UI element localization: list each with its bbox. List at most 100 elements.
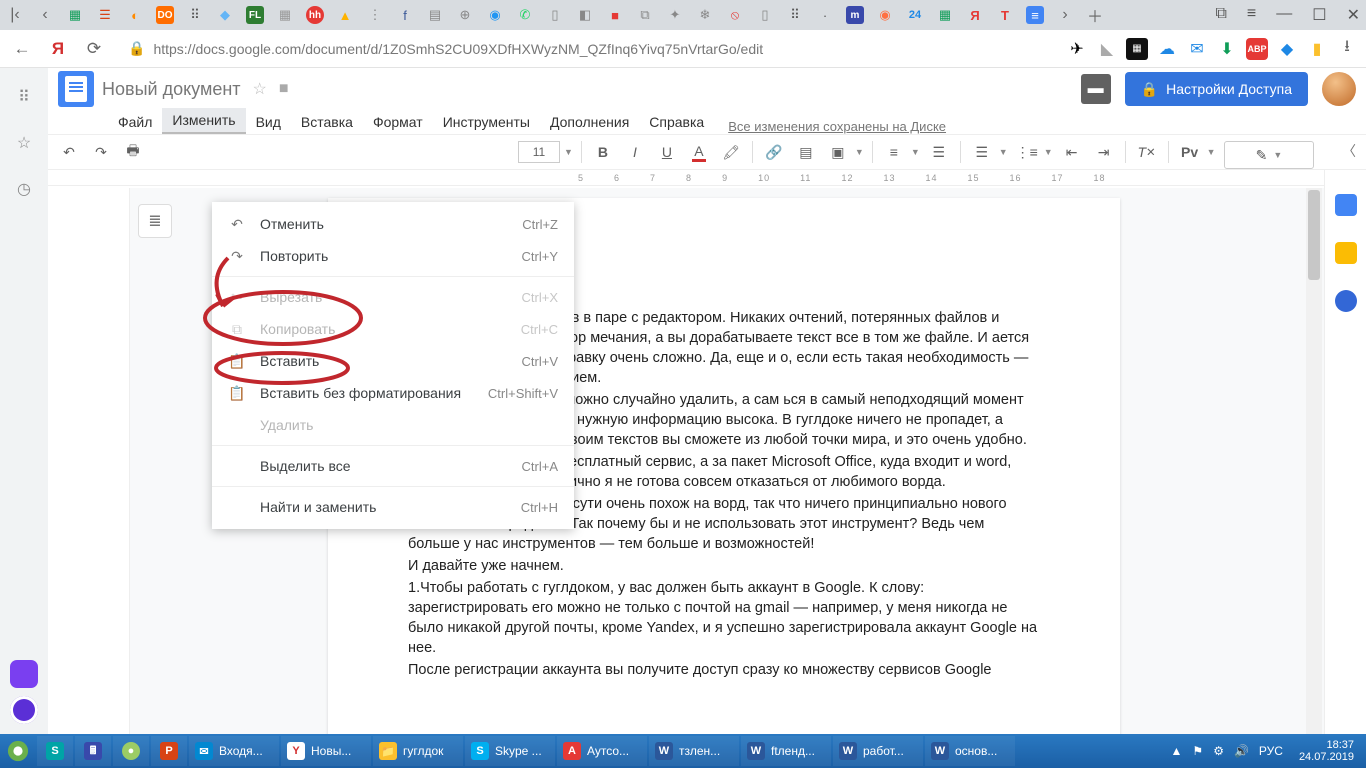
indent-dec-icon[interactable]: ⇤ [1059, 139, 1085, 165]
edit-menu-item[interactable]: 📋Вставить без форматированияCtrl+Shift+V [212, 377, 574, 409]
task-item[interactable]: 🖩 [75, 736, 111, 766]
comments-button[interactable]: ▬ [1081, 74, 1111, 104]
editing-mode-button[interactable]: ✎ ▼ [1224, 141, 1314, 169]
bookmark-icon[interactable]: ◣ [1096, 38, 1118, 60]
task-item[interactable]: ✉Входя... [189, 736, 279, 766]
star-icon[interactable]: ☆ [253, 79, 267, 99]
tab-icon[interactable]: ≡ [1026, 6, 1044, 24]
tray-expand-icon[interactable]: ▲ [1171, 744, 1183, 758]
tab-icon[interactable]: ▲ [336, 6, 354, 24]
tab-icon[interactable]: ◉ [486, 6, 504, 24]
tab-icon[interactable]: hh [306, 6, 324, 24]
task-item[interactable]: Wработ... [833, 736, 923, 766]
redo-icon[interactable]: ↷ [88, 139, 114, 165]
task-item[interactable]: ● [113, 736, 149, 766]
tab-icon[interactable]: T [996, 6, 1014, 24]
image-icon[interactable]: ▣ [825, 139, 851, 165]
tab-icon[interactable]: ◆ [216, 6, 234, 24]
tab-next-icon[interactable]: › [1056, 6, 1074, 24]
favorite-icon[interactable]: ☆ [13, 132, 35, 154]
ext-icon[interactable]: ✉ [1186, 38, 1208, 60]
menu-view[interactable]: Вид [246, 110, 291, 134]
task-item[interactable]: YНовы... [281, 736, 371, 766]
yandex-home-icon[interactable]: Я [44, 35, 72, 63]
tasks-addon-icon[interactable] [1335, 290, 1357, 312]
start-button[interactable] [0, 734, 36, 768]
task-item[interactable]: Wftленд... [741, 736, 831, 766]
checklist-icon[interactable]: ☰ [969, 139, 995, 165]
tab-icon[interactable]: ▤ [426, 6, 444, 24]
menu-format[interactable]: Формат [363, 110, 433, 134]
share-button[interactable]: 🔒 Настройки Доступа [1125, 72, 1308, 106]
vertical-scrollbar[interactable] [1306, 188, 1322, 734]
tray-flag-icon[interactable]: ⚑ [1192, 744, 1203, 758]
ext-icon[interactable]: ⬇ [1216, 38, 1238, 60]
ext-icon[interactable]: ☁ [1156, 38, 1178, 60]
menu-help[interactable]: Справка [639, 110, 714, 134]
toolbar-expand-icon[interactable]: 〈 [1342, 141, 1356, 161]
tab-icon[interactable]: ▦ [936, 6, 954, 24]
link-icon[interactable]: 🔗 [761, 139, 787, 165]
tab-icon[interactable]: ▯ [756, 6, 774, 24]
tabs-panel-icon[interactable]: ⧉ [1215, 5, 1226, 25]
tab-new-icon[interactable]: ＋ [1086, 3, 1104, 27]
highlight-icon[interactable]: 🖍 [718, 139, 744, 165]
tab-icon[interactable]: ◉ [876, 6, 894, 24]
bold-icon[interactable]: B [590, 139, 616, 165]
menu-addons[interactable]: Дополнения [540, 110, 639, 134]
tab-icon[interactable]: ⦸ [726, 6, 744, 24]
menu-insert[interactable]: Вставка [291, 110, 363, 134]
outline-toggle-icon[interactable]: ≣ [138, 204, 172, 238]
tab-icon[interactable]: ◐ [126, 6, 144, 24]
edit-menu-item[interactable]: ↷ПовторитьCtrl+Y [212, 240, 574, 272]
task-item[interactable]: Wтзлен... [649, 736, 739, 766]
print-icon[interactable]: 🖶 [120, 139, 146, 165]
downloads-icon[interactable]: ⭳ [1336, 38, 1358, 60]
task-item[interactable]: AАутсо... [557, 736, 647, 766]
menu-icon[interactable]: ≡ [1247, 5, 1256, 25]
tab-icon[interactable]: ✆ [516, 6, 534, 24]
alice-widget[interactable] [10, 660, 38, 688]
apps-icon[interactable]: ⠿ [13, 86, 35, 108]
task-item[interactable]: S [37, 736, 73, 766]
address-bar[interactable]: 🔒 https://docs.google.com/document/d/1Z0… [116, 34, 1036, 64]
ext-adblock-icon[interactable]: ABP [1246, 38, 1268, 60]
tab-icon[interactable]: FL [246, 6, 264, 24]
account-avatar[interactable] [1322, 72, 1356, 106]
tray-lang[interactable]: РУС [1259, 744, 1283, 758]
tab-icon[interactable]: 24 [906, 6, 924, 24]
input-tools-icon[interactable]: Pv [1177, 139, 1203, 165]
ext-icon[interactable]: ▦ [1126, 38, 1148, 60]
edit-menu-item[interactable]: Выделить всеCtrl+A [212, 450, 574, 482]
tab-icon[interactable]: ▯ [546, 6, 564, 24]
font-size-input[interactable]: 11 [518, 141, 560, 163]
doc-title[interactable]: Новый документ [102, 79, 241, 100]
indent-inc-icon[interactable]: ⇥ [1091, 139, 1117, 165]
tab-icon[interactable]: ✦ [666, 6, 684, 24]
reload-button[interactable]: ⟳ [80, 35, 108, 63]
line-spacing-icon[interactable]: ☰ [926, 139, 952, 165]
edit-menu-item[interactable]: Найти и заменитьCtrl+H [212, 491, 574, 523]
tab-icon[interactable]: ▦ [276, 6, 294, 24]
tab-icon[interactable]: f [396, 6, 414, 24]
reader-icon[interactable]: ✈ [1066, 38, 1088, 60]
menu-edit[interactable]: Изменить [162, 108, 245, 134]
keep-addon-icon[interactable] [1335, 242, 1357, 264]
tab-icon[interactable]: ■ [606, 6, 624, 24]
menu-tools[interactable]: Инструменты [433, 110, 540, 134]
task-item[interactable]: P [151, 736, 187, 766]
tab-icon[interactable]: m [846, 6, 864, 24]
back-button[interactable]: ← [8, 35, 36, 63]
task-item[interactable]: SSkype ... [465, 736, 555, 766]
task-item[interactable]: Wоснов... [925, 736, 1015, 766]
clear-format-icon[interactable]: T✕ [1134, 139, 1160, 165]
tab-prev-icon[interactable]: ‹ [36, 6, 54, 24]
task-item[interactable]: 📁гуглдок [373, 736, 463, 766]
docs-logo-icon[interactable] [58, 71, 94, 107]
tab-icon[interactable]: ❄ [696, 6, 714, 24]
tab-icon[interactable]: ⠿ [186, 6, 204, 24]
window-maximize-icon[interactable]: ☐ [1312, 5, 1326, 25]
comment-add-icon[interactable]: ▤ [793, 139, 819, 165]
tab-first-icon[interactable]: |‹ [6, 6, 24, 24]
tray-volume-icon[interactable]: 🔊 [1234, 744, 1249, 758]
